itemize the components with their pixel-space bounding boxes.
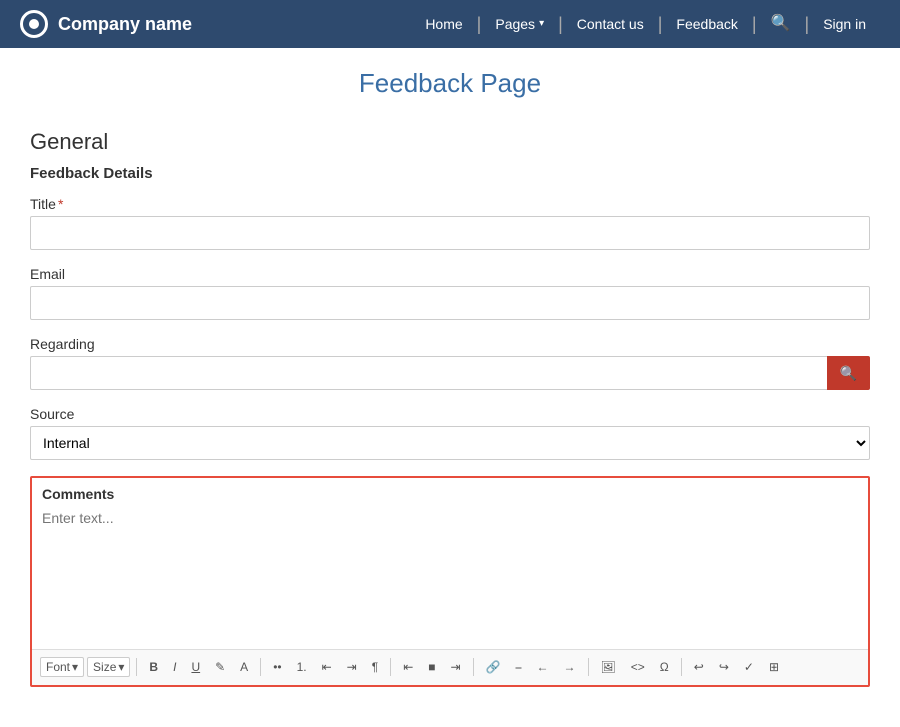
arrow-right-icon: → xyxy=(564,660,576,674)
page-title: Feedback Page xyxy=(30,68,870,99)
indent-less-icon: ⇤ xyxy=(322,660,332,674)
font-chevron-icon: ▾ xyxy=(72,660,78,674)
bold-button[interactable]: B xyxy=(143,656,164,679)
nav-link-feedback[interactable]: Feedback xyxy=(662,0,751,48)
arrow-right-button[interactable]: → xyxy=(558,656,582,679)
link-icon: 🔗 xyxy=(486,660,501,674)
section-title: General xyxy=(30,129,870,155)
highlighter-icon: ✎ xyxy=(215,660,225,674)
email-input[interactable] xyxy=(30,286,870,320)
font-label: Font xyxy=(46,660,70,674)
size-label: Size xyxy=(93,660,116,674)
brand[interactable]: Company name xyxy=(20,10,192,38)
regarding-input-group: 🔍 xyxy=(30,356,870,390)
arrow-left-button[interactable]: ← xyxy=(531,656,555,679)
underline-button[interactable]: U xyxy=(185,656,206,679)
align-center-button[interactable]: ■ xyxy=(422,656,441,679)
align-left-icon: ⇤ xyxy=(403,660,413,674)
brand-icon xyxy=(20,10,48,38)
highlight-button[interactable]: ✎ xyxy=(209,656,231,679)
source-label: Source xyxy=(30,406,870,422)
comments-label: Comments xyxy=(32,478,868,506)
editor-toolbar: Font ▾ Size ▾ B I U ✎ A •• 1. xyxy=(32,649,868,685)
nav-link-signin[interactable]: Sign in xyxy=(809,0,880,48)
regarding-field-group: Regarding 🔍 xyxy=(30,336,870,390)
align-center-icon: ■ xyxy=(428,660,435,674)
nav-item-search[interactable]: 🔍 xyxy=(757,0,805,48)
email-label: Email xyxy=(30,266,870,282)
toolbar-sep-6 xyxy=(681,658,682,676)
size-chevron-icon: ▾ xyxy=(118,660,124,674)
image-icon: 🖼 xyxy=(601,660,616,674)
table-icon: ⊞ xyxy=(769,660,779,674)
toolbar-sep-3 xyxy=(390,658,391,676)
special-char-button[interactable]: Ω xyxy=(654,656,675,679)
ol-icon: 1. xyxy=(297,660,307,674)
nav-menu: Home | Pages ▾ | Contact us | Feedback |… xyxy=(411,0,880,48)
pilcrow-icon: ¶ xyxy=(372,660,378,674)
font-color-icon: A xyxy=(240,660,248,674)
align-right-icon: ⇥ xyxy=(451,660,461,674)
ordered-list-button[interactable]: 1. xyxy=(291,656,313,679)
subsection-title: Feedback Details xyxy=(30,165,870,182)
redo-icon: ↪ xyxy=(719,660,729,674)
font-color-button[interactable]: A xyxy=(234,656,254,679)
pilcrow-button[interactable]: ¶ xyxy=(366,656,384,679)
indent-more-button[interactable]: ⇥ xyxy=(341,656,363,679)
toolbar-sep-5 xyxy=(588,658,589,676)
nav-item-contact[interactable]: Contact us xyxy=(563,0,658,48)
spellcheck-button[interactable]: ✓ xyxy=(738,656,760,679)
email-field-group: Email xyxy=(30,266,870,320)
source-field-group: Source Internal External Other xyxy=(30,406,870,460)
indent-more-icon: ⇥ xyxy=(347,660,357,674)
regarding-label: Regarding xyxy=(30,336,870,352)
nav-link-home[interactable]: Home xyxy=(411,0,476,48)
align-right-button[interactable]: ⇥ xyxy=(445,656,467,679)
indent-less-button[interactable]: ⇤ xyxy=(316,656,338,679)
navbar: Company name Home | Pages ▾ | Contact us… xyxy=(0,0,900,48)
toolbar-sep-4 xyxy=(473,658,474,676)
font-dropdown[interactable]: Font ▾ xyxy=(40,657,84,677)
toolbar-sep-1 xyxy=(136,658,137,676)
link-button[interactable]: 🔗 xyxy=(480,656,507,679)
comments-container: Comments Font ▾ Size ▾ B I U ✎ A xyxy=(30,476,870,687)
title-label: Title* xyxy=(30,196,870,212)
align-left-button[interactable]: ⇤ xyxy=(397,656,419,679)
spellcheck-icon: ✓ xyxy=(744,660,754,674)
search-icon[interactable]: 🔍 xyxy=(757,0,805,48)
arrow-left-icon: ← xyxy=(537,660,549,674)
page-content: Feedback Page General Feedback Details T… xyxy=(10,48,890,727)
comments-textarea[interactable] xyxy=(32,506,868,646)
special-char-icon: Ω xyxy=(660,660,669,674)
size-dropdown[interactable]: Size ▾ xyxy=(87,657,130,677)
nav-item-feedback[interactable]: Feedback xyxy=(662,0,751,48)
title-field-group: Title* xyxy=(30,196,870,250)
undo-button[interactable]: ↩ xyxy=(688,656,710,679)
nav-item-home[interactable]: Home xyxy=(411,0,476,48)
bullets-button[interactable]: •• xyxy=(267,656,287,679)
regarding-search-button[interactable]: 🔍 xyxy=(827,356,870,390)
table-button[interactable]: ⊞ xyxy=(763,656,785,679)
image-button[interactable]: 🖼 xyxy=(595,656,622,679)
unlink-button[interactable]: ⎯ xyxy=(510,656,528,679)
bullets-icon: •• xyxy=(273,660,281,674)
toolbar-sep-2 xyxy=(260,658,261,676)
title-input[interactable] xyxy=(30,216,870,250)
italic-button[interactable]: I xyxy=(167,656,182,679)
chevron-down-icon: ▾ xyxy=(539,0,544,48)
nav-link-pages[interactable]: Pages ▾ xyxy=(481,0,558,48)
redo-button[interactable]: ↪ xyxy=(713,656,735,679)
unlink-icon: ⎯ xyxy=(516,660,522,674)
source-select[interactable]: Internal External Other xyxy=(30,426,870,460)
regarding-input[interactable] xyxy=(30,356,827,390)
source-code-icon: <> xyxy=(631,660,645,674)
nav-link-contact[interactable]: Contact us xyxy=(563,0,658,48)
undo-icon: ↩ xyxy=(694,660,704,674)
nav-item-pages[interactable]: Pages ▾ xyxy=(481,0,558,48)
nav-item-signin[interactable]: Sign in xyxy=(809,0,880,48)
source-button[interactable]: <> xyxy=(625,656,651,679)
brand-name: Company name xyxy=(58,14,192,35)
search-icon: 🔍 xyxy=(840,365,857,381)
